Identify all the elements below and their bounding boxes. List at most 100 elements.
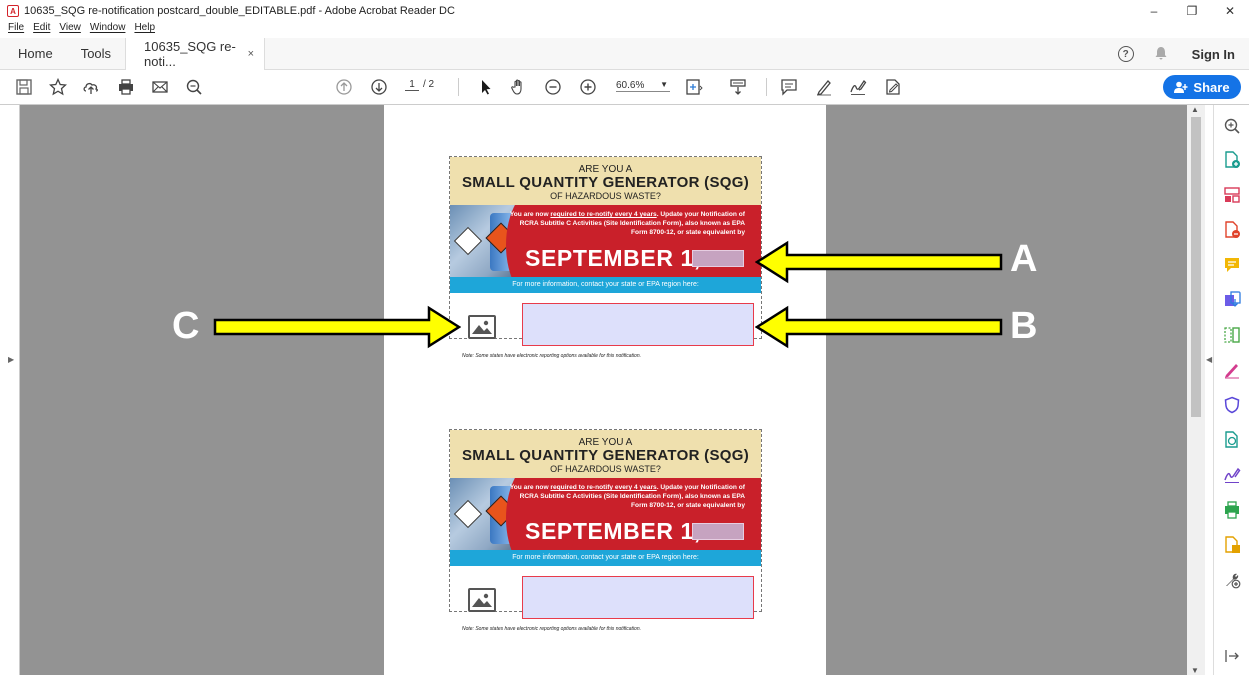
upload-cloud-icon[interactable] [81, 77, 101, 97]
tab-document[interactable]: 10635_SQG re-noti... × [125, 37, 266, 70]
add-user-icon [1174, 81, 1188, 93]
postcard-title: SMALL QUANTITY GENERATOR (SQG) [461, 174, 750, 191]
select-cursor-icon[interactable] [476, 77, 496, 97]
zoom-tool-icon[interactable] [1223, 117, 1241, 135]
save-icon[interactable] [14, 77, 34, 97]
request-signature-icon[interactable] [1223, 466, 1241, 484]
contact-field[interactable] [522, 576, 754, 619]
postcard-banner: You are now required to re-notify every … [450, 205, 761, 277]
compare-files-icon[interactable] [1223, 326, 1241, 344]
callout-label-b: B [1010, 305, 1038, 347]
postcard-2: ARE YOU A SMALL QUANTITY GENERATOR (SQG)… [449, 429, 762, 632]
comment-icon[interactable] [779, 77, 799, 97]
previous-page-icon[interactable] [334, 77, 354, 97]
stamp-tool-icon[interactable] [1223, 536, 1241, 554]
fit-page-icon[interactable] [684, 77, 704, 97]
postcard-body-text: You are now required to re-notify every … [509, 484, 745, 509]
tools-panel [1213, 105, 1249, 675]
scrollbar-thumb[interactable] [1191, 117, 1201, 417]
title-bar: A 10635_SQG re-notification postcard_dou… [0, 0, 1249, 22]
scroll-up-icon[interactable]: ▲ [1191, 105, 1199, 114]
minimize-button[interactable]: – [1135, 0, 1173, 22]
print-production-icon[interactable] [1223, 501, 1241, 519]
postcard-note: Note: Some states have electronic report… [462, 353, 641, 359]
share-button[interactable]: Share [1163, 75, 1241, 99]
tab-close-icon[interactable]: × [248, 48, 254, 60]
page-total: / 2 [423, 79, 435, 90]
callout-label-c: C [172, 305, 200, 347]
zoom-level-value: 60.6% [616, 80, 645, 91]
zoom-level-select[interactable]: 60.6% ▼ [616, 80, 670, 92]
more-tools-wrench-icon[interactable] [1223, 571, 1241, 589]
next-page-icon[interactable] [369, 77, 389, 97]
collapse-right-icon: ◀ [1206, 355, 1213, 364]
create-pdf-icon[interactable] [1223, 151, 1241, 169]
left-panel-toggle[interactable]: ▶ [0, 105, 20, 675]
postcard-title: SMALL QUANTITY GENERATOR (SQG) [461, 447, 750, 464]
image-placeholder-icon[interactable] [468, 588, 496, 612]
right-panel-toggle[interactable]: ◀ [1205, 105, 1213, 675]
restore-button[interactable]: ❐ [1173, 0, 1211, 22]
menu-help[interactable]: Help [134, 22, 155, 38]
info-bar: For more information, contact your state… [450, 277, 761, 293]
toolbar: 1 / 2 60.6% ▼ Share [0, 70, 1249, 105]
sign-icon[interactable] [848, 77, 868, 97]
bookmark-star-icon[interactable] [48, 77, 68, 97]
bell-icon[interactable] [1154, 46, 1168, 63]
menu-view[interactable]: View [59, 22, 81, 38]
organize-pages-icon[interactable] [1223, 186, 1241, 204]
menu-file[interactable]: File [8, 22, 24, 38]
comment-tool-icon[interactable] [1223, 256, 1241, 274]
find-search-icon[interactable] [184, 77, 204, 97]
scroll-down-icon[interactable]: ▼ [1191, 666, 1199, 675]
postcard-line3: OF HAZARDOUS WASTE? [550, 191, 661, 201]
year-field[interactable] [692, 250, 744, 267]
contact-field[interactable] [522, 303, 754, 346]
toolbar-divider [766, 78, 767, 96]
export-pdf-icon[interactable] [1223, 221, 1241, 239]
hand-tool-icon[interactable] [509, 77, 529, 97]
fill-sign-icon[interactable] [883, 77, 903, 97]
combine-files-icon[interactable] [1223, 291, 1241, 309]
scroll-mode-icon[interactable] [728, 77, 748, 97]
page-indicator: 1 / 2 [405, 79, 434, 91]
zoom-in-icon[interactable] [578, 77, 598, 97]
window-title: 10635_SQG re-notification postcard_doubl… [24, 5, 455, 17]
postcard-header: ARE YOU A SMALL QUANTITY GENERATOR (SQG)… [450, 430, 761, 478]
close-window-button[interactable]: ✕ [1211, 0, 1249, 22]
menu-bar: File Edit View Window Help [0, 22, 164, 38]
zoom-out-icon[interactable] [543, 77, 563, 97]
protect-shield-icon[interactable] [1223, 396, 1241, 414]
fill-sign-tool-icon[interactable] [1223, 361, 1241, 379]
sign-in-link[interactable]: Sign In [1192, 47, 1235, 62]
tab-bar: Home Tools 10635_SQG re-noti... × ? Sign… [0, 37, 1249, 70]
acrobat-icon: A [7, 5, 19, 17]
email-icon[interactable] [150, 77, 170, 97]
postcard-header: ARE YOU A SMALL QUANTITY GENERATOR (SQG)… [450, 157, 761, 205]
header-actions: ? Sign In [1117, 38, 1249, 70]
tab-home[interactable]: Home [0, 38, 67, 70]
expand-panel-icon[interactable] [1223, 647, 1241, 665]
menu-edit[interactable]: Edit [33, 22, 50, 38]
expand-left-icon: ▶ [8, 355, 15, 364]
help-icon[interactable]: ? [1117, 46, 1134, 62]
print-icon[interactable] [116, 77, 136, 97]
deadline-text: SEPTEMBER 1, [525, 518, 701, 544]
highlight-pen-icon[interactable] [814, 77, 834, 97]
image-placeholder-icon[interactable] [468, 315, 496, 339]
callout-arrow-b [755, 305, 1003, 349]
tab-tools[interactable]: Tools [67, 38, 125, 70]
send-for-review-icon[interactable] [1223, 431, 1241, 449]
year-field[interactable] [692, 523, 744, 540]
callout-label-a: A [1010, 238, 1038, 280]
page-number-input[interactable]: 1 [405, 79, 419, 91]
postcard-banner: You are now required to re-notify every … [450, 478, 761, 550]
menu-window[interactable]: Window [90, 22, 126, 38]
info-bar: For more information, contact your state… [450, 550, 761, 566]
vertical-scrollbar[interactable]: ▲ ▼ [1187, 105, 1205, 675]
callout-arrow-c [213, 305, 461, 349]
share-label: Share [1193, 79, 1230, 95]
deadline-text: SEPTEMBER 1, [525, 245, 701, 271]
callout-arrow-a [755, 240, 1003, 284]
postcard-body-text: You are now required to re-notify every … [509, 211, 745, 236]
